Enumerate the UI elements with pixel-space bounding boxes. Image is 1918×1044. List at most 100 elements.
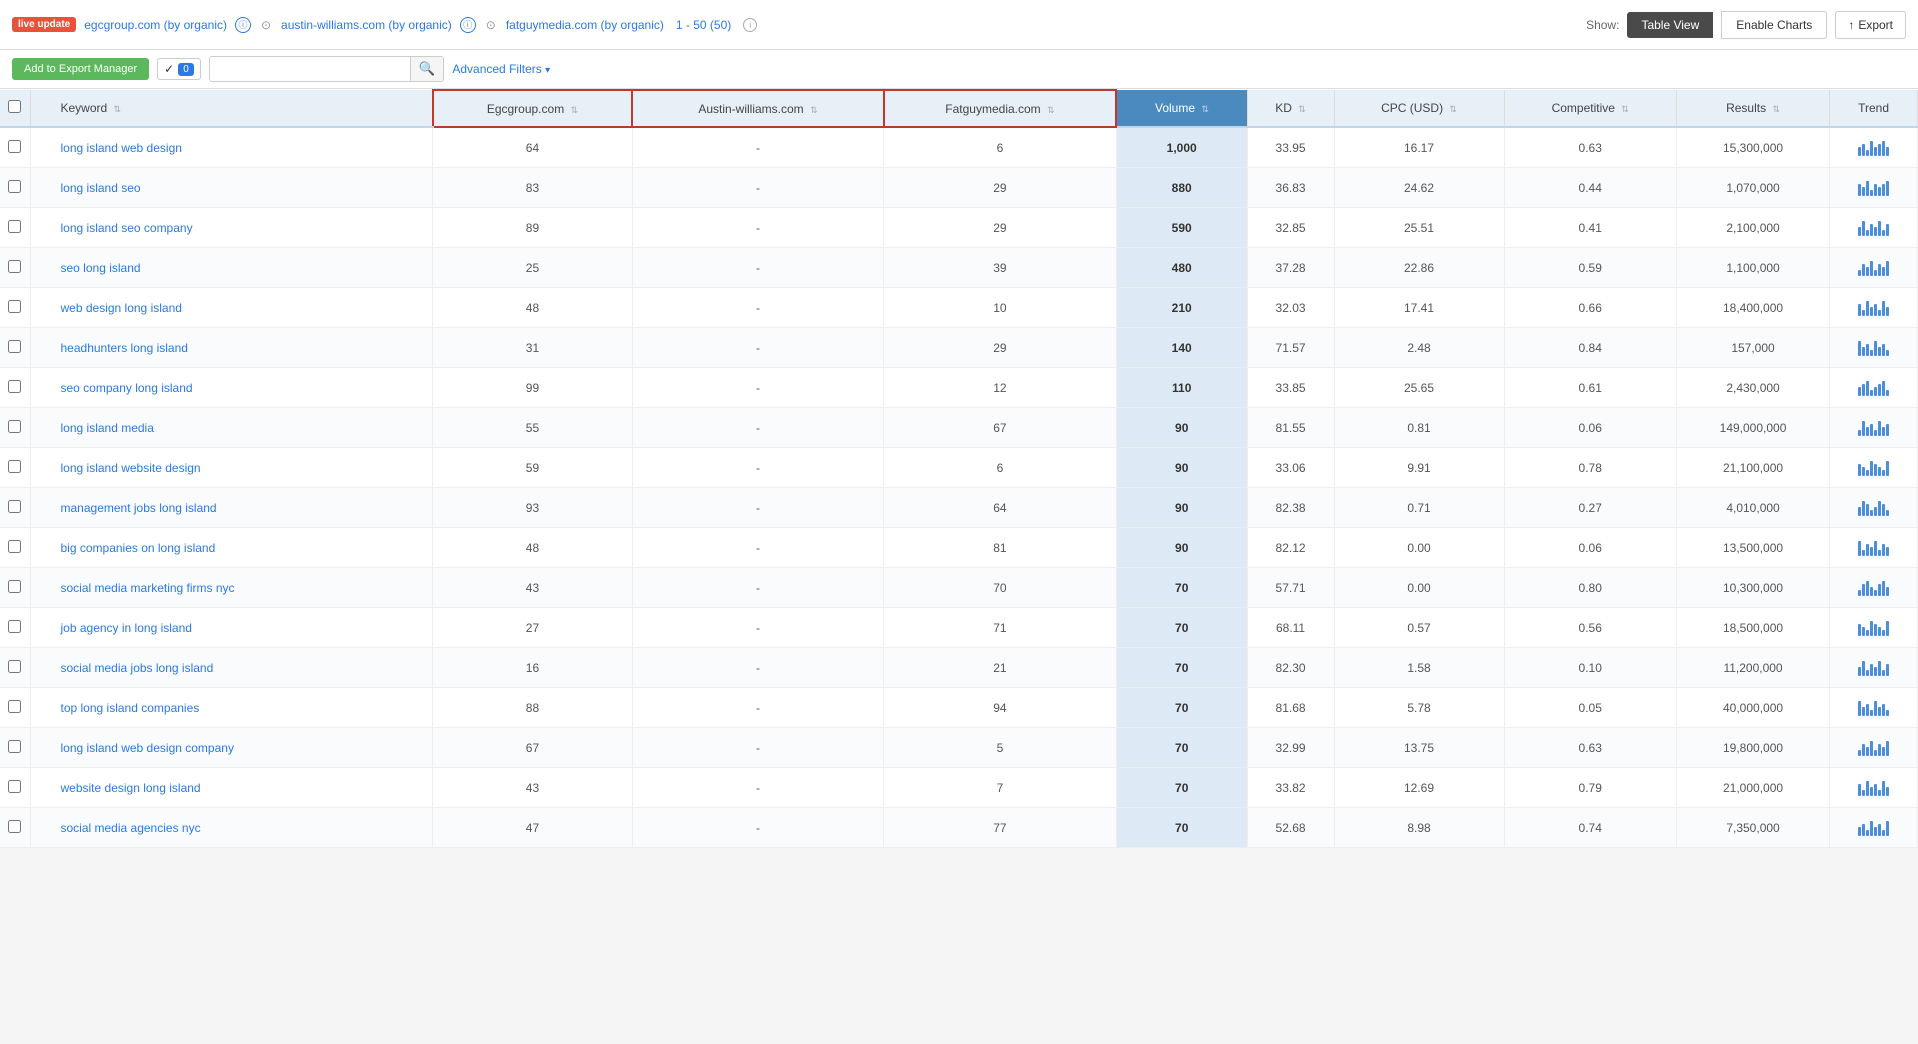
- header-competitive[interactable]: Competitive ⇅: [1504, 90, 1676, 127]
- row-checkbox[interactable]: [8, 500, 21, 513]
- row-checkbox[interactable]: [8, 220, 21, 233]
- keyword-link[interactable]: long island web design company: [61, 741, 234, 755]
- keyword-link[interactable]: website design long island: [61, 781, 201, 795]
- table-row: long island seo83-2988036.8324.620.441,0…: [0, 168, 1918, 208]
- keyword-link[interactable]: social media marketing firms nyc: [61, 581, 235, 595]
- enable-charts-button[interactable]: Enable Charts: [1721, 11, 1827, 39]
- row-checkbox-cell[interactable]: [0, 208, 30, 248]
- austin-info-icon[interactable]: ⓘ: [460, 17, 476, 33]
- table-view-button[interactable]: Table View: [1627, 12, 1713, 38]
- keyword-link[interactable]: long island seo: [61, 181, 141, 195]
- keyword-link[interactable]: top long island companies: [61, 701, 200, 715]
- row-checkbox-cell[interactable]: [0, 768, 30, 808]
- row-kd-cell: 32.99: [1247, 728, 1334, 768]
- row-checkbox-cell[interactable]: [0, 808, 30, 848]
- domain-austin[interactable]: austin-williams.com (by organic): [281, 18, 452, 32]
- search-input[interactable]: [210, 57, 410, 81]
- row-cpc-cell: 8.98: [1334, 808, 1504, 848]
- row-checkbox[interactable]: [8, 180, 21, 193]
- keyword-link[interactable]: social media agencies nyc: [61, 821, 201, 835]
- header-egcgroup[interactable]: Egcgroup.com ⇅: [433, 90, 633, 127]
- keyword-link[interactable]: social media jobs long island: [61, 661, 214, 675]
- keyword-link[interactable]: long island seo company: [61, 221, 193, 235]
- select-all-checkbox[interactable]: [8, 100, 21, 113]
- keyword-link[interactable]: management jobs long island: [61, 501, 217, 515]
- row-checkbox[interactable]: [8, 740, 21, 753]
- row-checkbox-cell[interactable]: [0, 368, 30, 408]
- row-checkbox[interactable]: [8, 620, 21, 633]
- keyword-link[interactable]: long island website design: [61, 461, 201, 475]
- row-results-cell: 2,100,000: [1676, 208, 1829, 248]
- keyword-link[interactable]: seo company long island: [61, 381, 193, 395]
- row-checkbox[interactable]: [8, 420, 21, 433]
- row-cpc-cell: 0.00: [1334, 568, 1504, 608]
- keyword-link[interactable]: long island web design: [61, 141, 182, 155]
- row-checkbox-cell[interactable]: [0, 127, 30, 168]
- row-competitive-cell: 0.61: [1504, 368, 1676, 408]
- row-checkbox-cell[interactable]: [0, 688, 30, 728]
- row-checkbox[interactable]: [8, 780, 21, 793]
- row-checkbox[interactable]: [8, 140, 21, 153]
- row-checkbox[interactable]: [8, 380, 21, 393]
- row-keyword-cell: long island website design: [30, 448, 433, 488]
- row-checkbox[interactable]: [8, 540, 21, 553]
- keyword-link[interactable]: web design long island: [61, 301, 182, 315]
- header-trend[interactable]: Trend: [1830, 90, 1918, 127]
- domain-egcgroup[interactable]: egcgroup.com (by organic): [84, 18, 227, 32]
- row-checkbox[interactable]: [8, 700, 21, 713]
- row-trend-cell: [1830, 127, 1918, 168]
- row-trend-cell: [1830, 528, 1918, 568]
- header-checkbox-col[interactable]: [0, 90, 30, 127]
- header-fatguy[interactable]: Fatguymedia.com ⇅: [884, 90, 1117, 127]
- row-checkbox[interactable]: [8, 580, 21, 593]
- row-checkbox[interactable]: [8, 340, 21, 353]
- row-checkbox-cell[interactable]: [0, 288, 30, 328]
- row-keyword-cell: job agency in long island: [30, 608, 433, 648]
- row-checkbox-cell[interactable]: [0, 608, 30, 648]
- row-checkbox-cell[interactable]: [0, 488, 30, 528]
- row-checkbox-cell[interactable]: [0, 648, 30, 688]
- header-keyword[interactable]: Keyword ⇅: [30, 90, 433, 127]
- row-checkbox[interactable]: [8, 660, 21, 673]
- keyword-link[interactable]: seo long island: [61, 261, 141, 275]
- keyword-link[interactable]: job agency in long island: [61, 621, 192, 635]
- row-checkbox-cell[interactable]: [0, 568, 30, 608]
- trend-bar: [1858, 576, 1889, 596]
- add-to-export-button[interactable]: Add to Export Manager: [12, 58, 149, 80]
- row-checkbox[interactable]: [8, 820, 21, 833]
- row-checkbox-cell[interactable]: [0, 328, 30, 368]
- row-checkbox-cell[interactable]: [0, 248, 30, 288]
- row-egcgroup-cell: 67: [433, 728, 633, 768]
- domain-fatguy[interactable]: fatguymedia.com (by organic): [506, 18, 664, 32]
- header-cpc[interactable]: CPC (USD) ⇅: [1334, 90, 1504, 127]
- row-checkbox-cell[interactable]: [0, 168, 30, 208]
- header-volume[interactable]: Volume ⇅: [1116, 90, 1247, 127]
- row-results-cell: 21,100,000: [1676, 448, 1829, 488]
- keyword-link[interactable]: headhunters long island: [61, 341, 188, 355]
- header-kd[interactable]: KD ⇅: [1247, 90, 1334, 127]
- export-button[interactable]: ↑ Export: [1835, 11, 1906, 39]
- row-results-cell: 149,000,000: [1676, 408, 1829, 448]
- search-button[interactable]: 🔍: [410, 57, 444, 81]
- range-info-icon[interactable]: i: [743, 18, 757, 32]
- row-checkbox-cell[interactable]: [0, 448, 30, 488]
- header-results[interactable]: Results ⇅: [1676, 90, 1829, 127]
- row-checkbox[interactable]: [8, 300, 21, 313]
- row-checkbox-cell[interactable]: [0, 728, 30, 768]
- keyword-link[interactable]: long island media: [61, 421, 154, 435]
- search-box[interactable]: 🔍: [209, 56, 445, 82]
- row-trend-cell: [1830, 768, 1918, 808]
- header-austin[interactable]: Austin-williams.com ⇅: [632, 90, 883, 127]
- table-row: big companies on long island48-819082.12…: [0, 528, 1918, 568]
- row-cpc-cell: 0.71: [1334, 488, 1504, 528]
- row-checkbox[interactable]: [8, 260, 21, 273]
- row-checkbox-cell[interactable]: [0, 528, 30, 568]
- row-checkbox[interactable]: [8, 460, 21, 473]
- row-fatguy-cell: 94: [884, 688, 1117, 728]
- row-checkbox-cell[interactable]: [0, 408, 30, 448]
- selection-badge[interactable]: ✓ 0: [157, 58, 201, 80]
- advanced-filters-link[interactable]: Advanced Filters ▾: [452, 62, 550, 76]
- egcgroup-info-icon[interactable]: ⓘ: [235, 17, 251, 33]
- table-row: social media marketing firms nyc43-70705…: [0, 568, 1918, 608]
- keyword-link[interactable]: big companies on long island: [61, 541, 216, 555]
